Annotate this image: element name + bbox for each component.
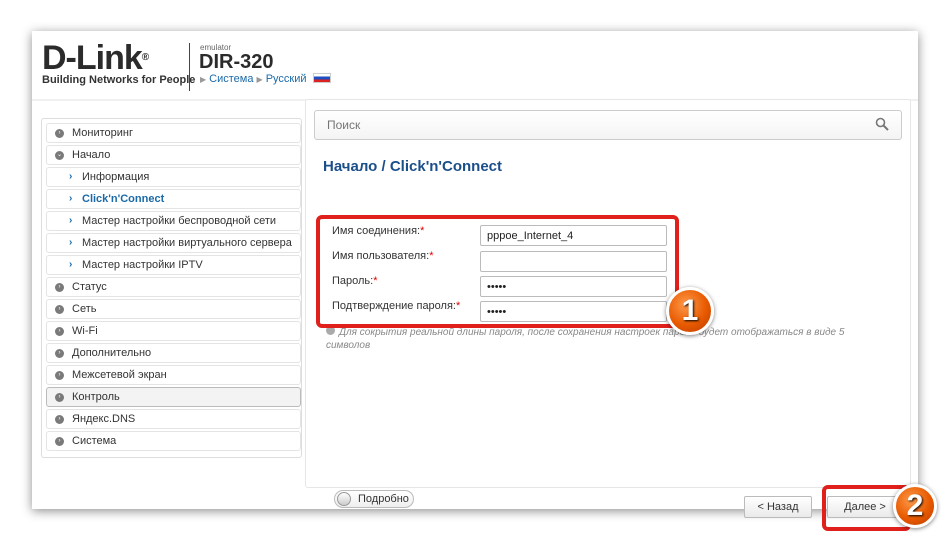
step-1-badge: 1 [666,287,714,335]
sidebar-item-yandex-dns[interactable]: › Яндекс.DNS [46,409,301,429]
back-button[interactable]: < Назад [744,496,812,518]
chevron-down-icon: ⌄ [55,151,64,160]
tagline: Building Networks for People [42,74,196,86]
sidebar-item-network[interactable]: › Сеть [46,299,301,319]
main-content: Начало / Click'n'Connect Имя соединения:… [305,99,911,531]
chevron-right-icon: › [69,237,73,248]
sidebar: › Мониторинг ⌄ Начало › Информация › Click'n… [41,118,302,458]
router-window: D-Link® Building Networks for People emu… [32,31,918,531]
toggle-knob [337,492,351,506]
breadcrumb-system[interactable]: Система [209,73,253,85]
chevron-right-icon: › [55,393,64,402]
sidebar-item-firewall[interactable]: › Межсетевой экран [46,365,301,385]
dlink-logo: D-Link® [42,39,150,77]
sidebar-item-wireless-wizard[interactable]: › Мастер настройки беспроводной сети [46,211,301,231]
highlight-form-box [316,215,679,328]
sidebar-item-status[interactable]: › Статус [46,277,301,297]
chevron-right-icon: › [55,129,64,138]
chevron-right-icon: ▶ [200,75,207,84]
search-icon[interactable] [875,117,889,131]
chevron-right-icon: › [55,305,64,314]
chevron-right-icon: › [69,171,73,182]
model-name: DIR-320 [199,51,274,73]
breadcrumb-language[interactable]: Русский [266,73,307,85]
chevron-right-icon: › [69,215,73,226]
sidebar-item-control[interactable]: › Контроль [46,387,301,407]
chevron-right-icon: › [55,371,64,380]
sidebar-item-monitoring[interactable]: › Мониторинг [46,123,301,143]
password-hint: Для сокрытия реальной длины пароля, посл… [326,326,845,351]
sidebar-item-iptv-wizard[interactable]: › Мастер настройки IPTV [46,255,301,275]
sidebar-item-system[interactable]: › Система [46,431,301,451]
russian-flag-icon[interactable] [312,73,331,83]
sidebar-item-virtual-server-wizard[interactable]: › Мастер настройки виртуального сервера [46,233,301,253]
header-divider [189,43,190,91]
sidebar-item-wifi[interactable]: › Wi-Fi [46,321,301,341]
sidebar-item-start[interactable]: ⌄ Начало [46,145,301,165]
chevron-right-icon: › [55,415,64,424]
sidebar-item-clickn-connect[interactable]: › Click'n'Connect [46,189,301,209]
chevron-right-icon: ▶ [256,75,263,84]
search-input[interactable] [315,111,855,139]
registered-mark: ® [141,52,150,63]
chevron-right-icon: › [69,259,73,270]
step-2-badge: 2 [893,484,937,528]
chevron-right-icon: › [55,437,64,446]
header: D-Link® Building Networks for People emu… [32,31,918,99]
sidebar-item-advanced[interactable]: › Дополнительно [46,343,301,363]
sidebar-item-information[interactable]: › Информация [46,167,301,187]
page-title: Начало / Click'n'Connect [323,158,502,175]
chevron-right-icon: › [55,349,64,358]
chevron-right-icon: › [55,327,64,336]
chevron-right-icon: › [69,193,73,204]
details-toggle[interactable]: Подробно [334,490,414,508]
search-box [314,110,902,140]
breadcrumb: ▶ Система ▶ Русский [200,73,331,85]
chevron-right-icon: › [55,283,64,292]
